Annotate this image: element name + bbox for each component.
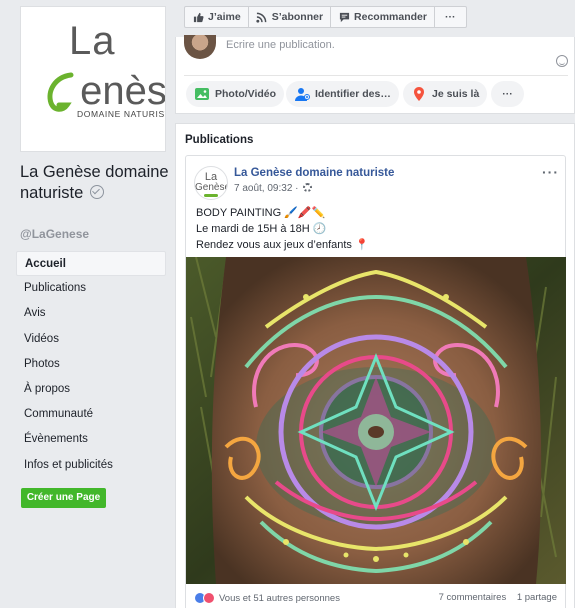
post-text: BODY PAINTING 🖌️🖍️✏️ Le mardi de 15H à 1… — [196, 205, 369, 253]
tag-people-label: Identifier des… — [315, 88, 391, 100]
create-page-button[interactable]: Créer une Page — [21, 488, 106, 508]
nav-item-avis[interactable]: Avis — [16, 301, 166, 326]
rss-icon — [256, 11, 268, 23]
composer-more-button[interactable]: ··· — [491, 81, 524, 107]
page-profile-picture[interactable]: La Genèse DOMAINE NATURISTE — [20, 6, 166, 152]
avatar-swoosh — [204, 194, 218, 197]
nav-item-publications[interactable]: Publications — [16, 276, 166, 301]
like-page-label: J’aime — [208, 11, 241, 23]
nav-item-videos[interactable]: Vidéos — [16, 327, 166, 352]
post-photo[interactable] — [186, 257, 566, 584]
tag-people-icon — [294, 86, 310, 102]
nav-item-communaute[interactable]: Communauté — [16, 402, 166, 427]
location-pin-icon — [411, 86, 427, 102]
checkin-button[interactable]: Je suis là — [403, 81, 488, 107]
verified-check-icon — [89, 185, 104, 199]
page-actions-bar: J’aime S’abonner Recommander ··· — [184, 6, 467, 28]
post-timestamp-text: 7 août, 09:32 · — [234, 183, 299, 194]
post-timestamp[interactable]: 7 août, 09:32 · — [234, 183, 313, 194]
nav-item-evenements[interactable]: Évènements — [16, 427, 166, 452]
engagement-counts: 7 commentaires 1 partage — [431, 592, 557, 603]
shares-count[interactable]: 1 partage — [517, 592, 557, 603]
post-composer: Ecrire une publication. Photo/Vidéo Iden… — [175, 35, 575, 114]
post-line-3: Rendez vous aux jeux d’enfants 📍 — [196, 239, 369, 251]
page-title[interactable]: La Genèse domaine naturiste — [20, 162, 170, 204]
publications-section: Publications La Genèse La Genèse domaine… — [175, 123, 575, 608]
post-options-button[interactable]: ··· — [542, 164, 559, 180]
nav-item-infos-publicites[interactable]: Infos et publicités — [16, 453, 166, 478]
logo-text-genese-rest: enèse — [80, 69, 166, 113]
section-title: Publications — [185, 134, 254, 146]
tag-people-button[interactable]: Identifier des… — [286, 81, 399, 107]
nav-item-accueil[interactable]: Accueil — [16, 251, 166, 277]
page-handle[interactable]: @LaGenese — [20, 227, 89, 241]
post-author-avatar[interactable]: La Genèse — [194, 166, 228, 200]
composer-divider — [184, 75, 568, 76]
photo-icon — [194, 86, 210, 102]
nav-item-photos[interactable]: Photos — [16, 352, 166, 377]
logo-subtitle: DOMAINE NATURISTE — [77, 109, 165, 119]
subscribe-label: S’abonner — [271, 11, 324, 23]
checkin-label: Je suis là — [432, 88, 480, 100]
speech-bubble-icon — [338, 11, 350, 23]
reactions-text: Vous et 51 autres personnes — [219, 592, 340, 604]
composer-input[interactable]: Ecrire une publication. — [226, 39, 335, 51]
user-avatar[interactable] — [184, 35, 216, 59]
love-reaction-icon — [203, 592, 215, 604]
post-author-name[interactable]: La Genèse domaine naturiste — [234, 167, 394, 179]
photo-video-label: Photo/Vidéo — [215, 88, 277, 100]
like-page-button[interactable]: J’aime — [184, 6, 249, 28]
page-nav: Accueil Publications Avis Vidéos Photos … — [16, 251, 166, 478]
photo-video-button[interactable]: Photo/Vidéo — [186, 81, 285, 107]
recommend-label: Recommander — [354, 11, 427, 23]
logo-text-genese: Genèse — [49, 69, 166, 114]
post-card: La Genèse La Genèse domaine naturiste 7 … — [185, 155, 566, 608]
body-painting-photo — [186, 257, 566, 584]
subscribe-button[interactable]: S’abonner — [247, 6, 332, 28]
post-line-2: Le mardi de 15H à 18H 🕗 — [196, 223, 327, 235]
avatar-text-line2: Genèse — [195, 182, 228, 193]
nav-item-a-propos[interactable]: À propos — [16, 377, 166, 402]
post-line-1: BODY PAINTING 🖌️🖍️✏️ — [196, 207, 326, 219]
recommend-button[interactable]: Recommander — [330, 6, 435, 28]
logo-text-la: La — [69, 19, 116, 63]
comments-count[interactable]: 7 commentaires — [439, 592, 507, 603]
more-actions-button[interactable]: ··· — [434, 6, 467, 28]
reactions-summary[interactable]: Vous et 51 autres personnes — [194, 592, 340, 604]
emoji-icon[interactable] — [556, 55, 568, 67]
audience-icon[interactable] — [303, 183, 313, 192]
thumbs-up-icon — [192, 11, 204, 23]
